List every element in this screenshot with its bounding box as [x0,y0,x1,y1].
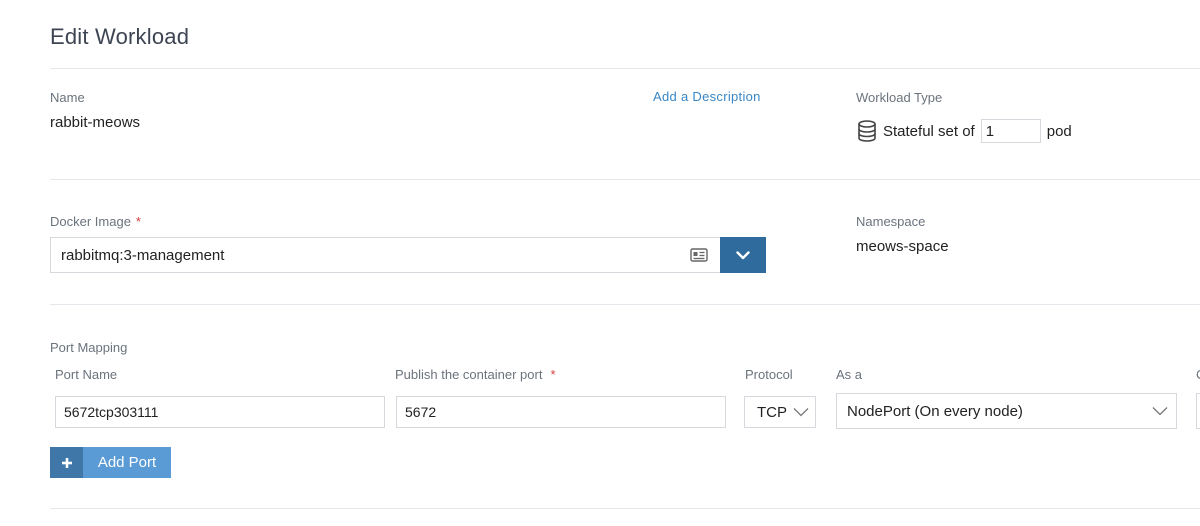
service-type-value: NodePort (On every node) [847,402,1023,420]
workload-type-row: Stateful set of pod [857,118,1072,144]
namespace-label: Namespace [856,214,926,229]
divider [50,304,1200,305]
port-name-input[interactable] [55,396,385,428]
name-label: Name [50,90,85,105]
port-name-column-label: Port Name [55,367,118,382]
divider [50,179,1200,180]
required-mark: * [135,214,141,229]
port-mapping-label: Port Mapping [50,340,128,355]
plus-icon [50,447,83,478]
id-card-icon[interactable] [690,248,708,262]
docker-image-label-text: Docker Image [50,214,131,229]
scale-input[interactable] [980,119,1041,143]
publish-port-column-text: Publish the container port [395,367,543,382]
service-type-select[interactable]: NodePort (On every node) [836,393,1177,429]
publish-port-input[interactable] [396,396,726,428]
database-icon [858,120,876,142]
protocol-value: TCP [757,403,787,421]
namespace-value: meows-space [856,238,949,255]
chevron-down-icon [736,250,750,259]
docker-image-value: rabbitmq:3-management [61,246,225,264]
workload-type-suffix: pod [1046,122,1072,140]
cut-off-column-label: C [1196,367,1200,382]
edit-workload-page: Edit Workload Name rabbit-meows Add a De… [0,0,1200,526]
add-description-link[interactable]: Add a Description [653,89,761,104]
name-value[interactable]: rabbit-meows [50,114,140,131]
add-port-label: Add Port [97,454,157,471]
required-mark: * [550,367,556,382]
add-port-button[interactable]: Add Port [50,447,171,478]
protocol-select[interactable]: TCP [744,396,816,428]
chevron-down-icon [1152,407,1168,416]
divider [50,68,1200,69]
cut-off-field[interactable] [1196,393,1200,429]
docker-image-input[interactable]: rabbitmq:3-management [50,237,720,273]
page-title: Edit Workload [50,24,190,49]
docker-image-dropdown-button[interactable] [720,237,766,273]
workload-type-label: Workload Type [856,90,943,105]
workload-type-prefix: Stateful set of [883,122,975,140]
publish-port-column-label: Publish the container port * [395,367,556,382]
protocol-column-label: Protocol [745,367,793,382]
chevron-down-icon [793,408,809,417]
as-a-column-label: As a [836,367,863,382]
divider [50,508,1200,509]
docker-image-label: Docker Image * [50,214,141,229]
